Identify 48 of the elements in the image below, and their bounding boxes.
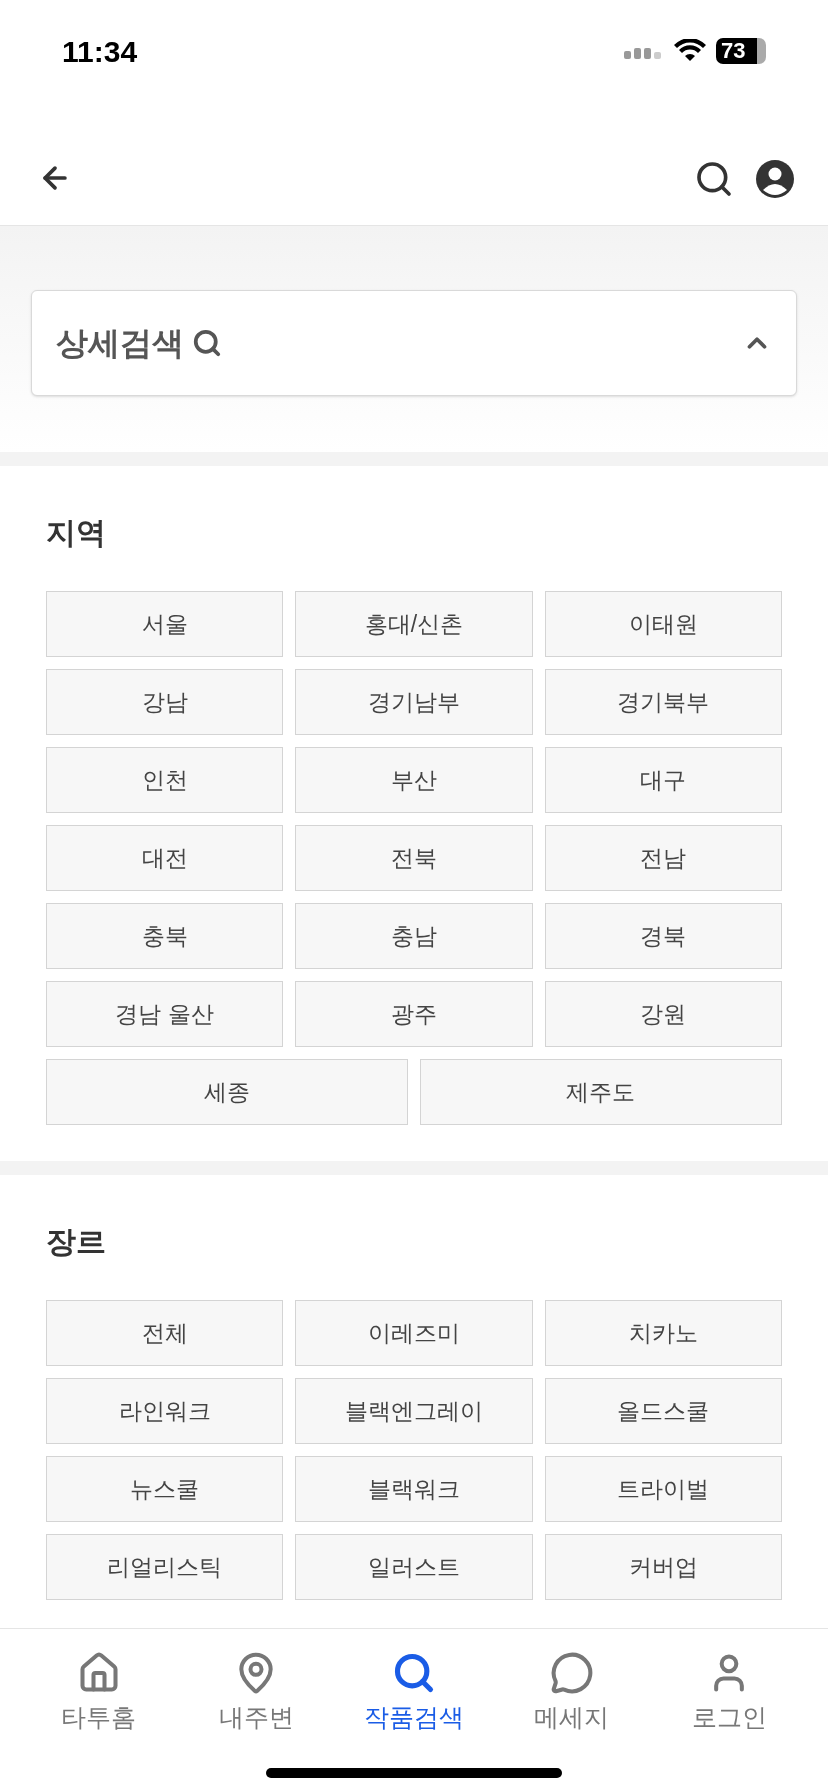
wifi-icon bbox=[674, 39, 706, 63]
option-chip[interactable]: 라인워크 bbox=[46, 1378, 284, 1444]
option-chip[interactable]: 인천 bbox=[46, 747, 284, 813]
option-chip[interactable]: 블랙워크 bbox=[295, 1456, 533, 1522]
option-chip[interactable]: 경기남부 bbox=[295, 669, 533, 735]
tab-bar-item[interactable]: 로그인 bbox=[659, 1651, 800, 1737]
option-chip[interactable]: 경남 울산 bbox=[46, 981, 284, 1047]
option-chip[interactable]: 커버업 bbox=[544, 1534, 782, 1600]
speech-bubble-icon bbox=[549, 1651, 594, 1695]
search-icon bbox=[192, 328, 222, 358]
section-title: 지역 bbox=[46, 515, 107, 551]
option-chip[interactable]: 리얼리스틱 bbox=[46, 1534, 284, 1600]
option-chip[interactable]: 강남 bbox=[46, 669, 284, 735]
search-icon bbox=[392, 1651, 436, 1695]
option-chip[interactable]: 뉴스쿨 bbox=[46, 1456, 284, 1522]
option-chip[interactable]: 강원 bbox=[544, 981, 782, 1047]
option-chip[interactable]: 일러스트 bbox=[295, 1534, 533, 1600]
tab-bar-item[interactable]: 메세지 bbox=[501, 1651, 642, 1737]
profile-button[interactable] bbox=[756, 160, 794, 198]
tab-bar-item[interactable]: 타투홈 bbox=[28, 1651, 169, 1737]
option-chip[interactable]: 경기북부 bbox=[544, 669, 782, 735]
option-chip[interactable]: 충남 bbox=[295, 903, 533, 969]
option-chip[interactable]: 치카노 bbox=[544, 1300, 782, 1366]
option-chip[interactable]: 광주 bbox=[295, 981, 533, 1047]
search-button[interactable] bbox=[694, 159, 734, 199]
option-chip[interactable]: 홍대/신촌 bbox=[295, 591, 533, 657]
option-chip[interactable]: 세종 bbox=[46, 1059, 408, 1125]
tab-bar-item[interactable]: 내주변 bbox=[186, 1651, 327, 1737]
status-time: 11:34 bbox=[62, 33, 138, 70]
option-chip[interactable]: 서울 bbox=[46, 591, 284, 657]
detail-search-toggle[interactable]: 상세검색 bbox=[31, 290, 797, 396]
option-chip[interactable]: 이레즈미 bbox=[295, 1300, 533, 1366]
option-chip[interactable]: 전북 bbox=[295, 825, 533, 891]
battery-percent: 73 bbox=[721, 40, 746, 62]
option-chip[interactable]: 전체 bbox=[46, 1300, 284, 1366]
option-chip[interactable]: 대구 bbox=[544, 747, 782, 813]
option-chip[interactable]: 이태원 bbox=[544, 591, 782, 657]
section-title: 장르 bbox=[46, 1224, 107, 1260]
option-chip[interactable]: 경북 bbox=[544, 903, 782, 969]
option-chip[interactable]: 부산 bbox=[295, 747, 533, 813]
option-chip[interactable]: 제주도 bbox=[420, 1059, 782, 1125]
option-chip[interactable]: 올드스쿨 bbox=[544, 1378, 782, 1444]
tab-bar-item[interactable]: 작품검색 bbox=[344, 1651, 484, 1737]
option-chip[interactable]: 트라이벌 bbox=[544, 1456, 782, 1522]
option-chip[interactable]: 대전 bbox=[46, 825, 284, 891]
option-chip[interactable]: 충북 bbox=[46, 903, 284, 969]
option-chip[interactable]: 전남 bbox=[544, 825, 782, 891]
option-chip[interactable]: 블랙엔그레이 bbox=[295, 1378, 533, 1444]
